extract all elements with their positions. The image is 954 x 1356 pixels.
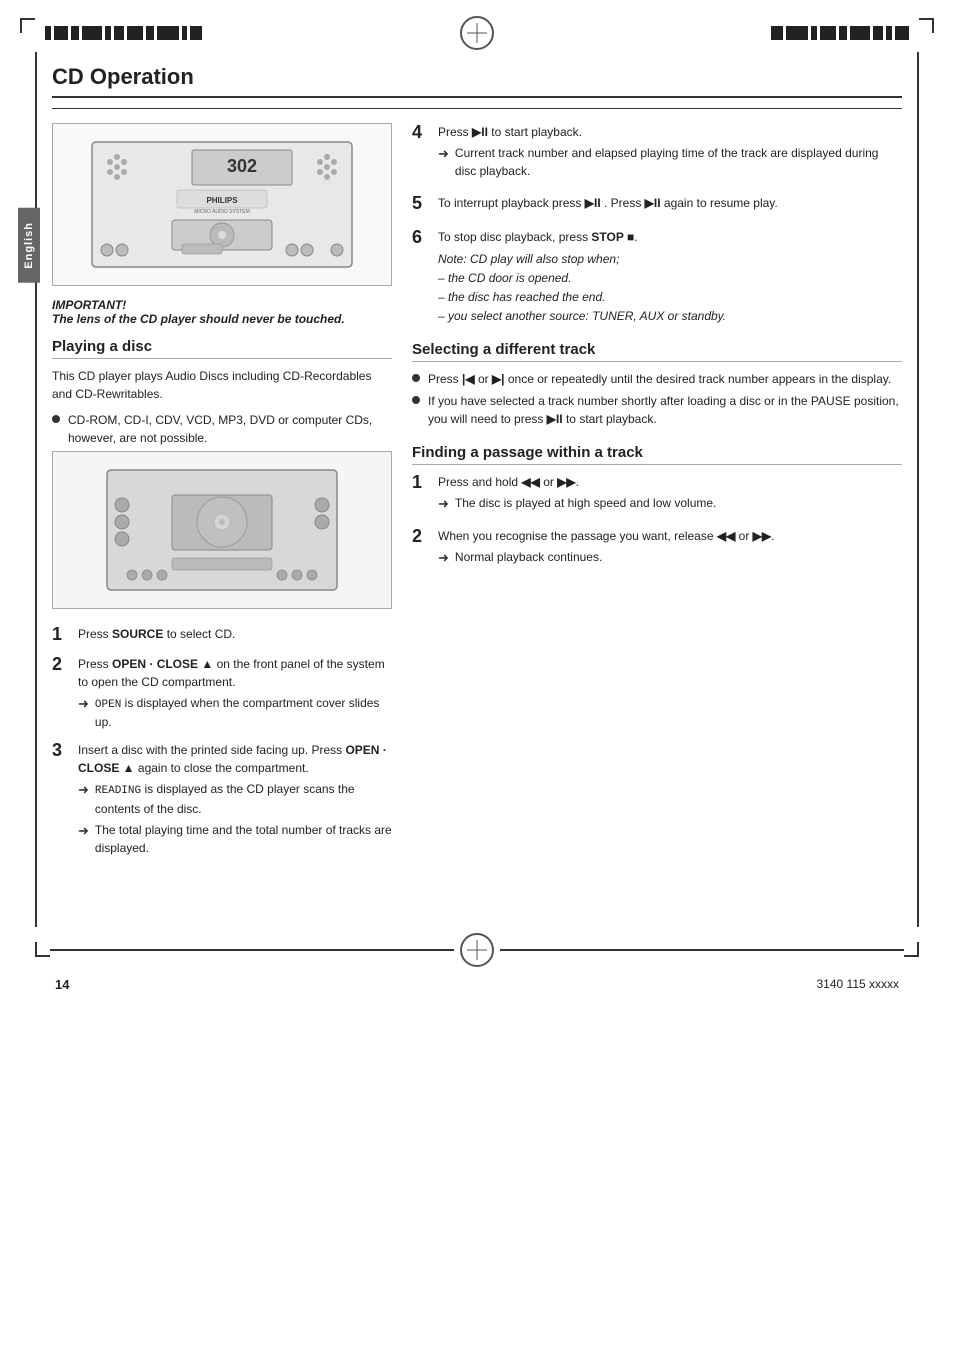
bullet-dot (52, 415, 60, 423)
language-tab: English (18, 208, 40, 283)
important-note: IMPORTANT! The lens of the CD player sho… (52, 298, 392, 326)
finding-step-1-arrow: ➜ The disc is played at high speed and l… (438, 494, 902, 514)
step-3-arrow-1: ➜ READING is displayed as the CD player … (78, 780, 392, 818)
deco-bar (105, 26, 111, 40)
deco-bar (45, 26, 51, 40)
device-svg-top: 302 (82, 132, 362, 277)
step-4-arrow: ➜ Current track number and elapsed playi… (438, 144, 902, 180)
selecting-bullet-2: If you have selected a track number shor… (412, 392, 902, 428)
svg-text:PHILIPS: PHILIPS (206, 196, 238, 205)
deco-bar (811, 26, 817, 40)
deco-bar (771, 26, 783, 40)
svg-text:MICRO AUDIO SYSTEM: MICRO AUDIO SYSTEM (194, 209, 250, 215)
device-image-top: 302 (52, 123, 392, 286)
deco-bar (873, 26, 883, 40)
device-image-bottom (52, 451, 392, 609)
deco-bar (82, 26, 102, 40)
deco-bar (114, 26, 124, 40)
playing-disc-intro: This CD player plays Audio Discs includi… (52, 367, 392, 403)
deco-bar (146, 26, 154, 40)
stop-note: Note: CD play will also stop when; – the… (438, 250, 902, 327)
svg-text:302: 302 (227, 156, 257, 176)
compass-circle (460, 16, 494, 50)
important-text: The lens of the CD player should never b… (52, 312, 392, 326)
page-number: 14 (55, 977, 69, 992)
bullet-dot (412, 396, 420, 404)
deco-bar (886, 26, 892, 40)
playing-disc-heading: Playing a disc (52, 338, 392, 359)
step-3: 3 Insert a disc with the printed side fa… (52, 741, 392, 857)
bottom-rule (50, 949, 454, 951)
selecting-track-heading: Selecting a different track (412, 341, 902, 362)
step-5: 5 To interrupt playback press ▶II . Pres… (412, 194, 902, 214)
deco-bar (71, 26, 79, 40)
finding-passage-heading: Finding a passage within a track (412, 444, 902, 465)
deco-bar (127, 26, 143, 40)
deco-bar (157, 26, 179, 40)
deco-bar (820, 26, 836, 40)
cd-not-possible-bullet: CD-ROM, CD-I, CDV, VCD, MP3, DVD or comp… (52, 411, 392, 447)
selecting-bullet-1: Press |◀ or ▶| once or repeatedly until … (412, 370, 902, 388)
model-number: 3140 115 xxxxx (817, 977, 900, 991)
deco-bar (182, 26, 187, 40)
deco-bar (839, 26, 847, 40)
step-3-arrow-2: ➜ The total playing time and the total n… (78, 821, 392, 857)
finding-step-2: 2 When you recognise the passage you wan… (412, 527, 902, 568)
deco-bar (54, 26, 68, 40)
finding-step-1: 1 Press and hold ◀◀ or ▶▶. ➜ The disc is… (412, 473, 902, 514)
bottom-rule-right (500, 949, 904, 951)
deco-bar (786, 26, 808, 40)
bottom-right-corner (904, 942, 919, 957)
deco-bar (850, 26, 870, 40)
important-title: IMPORTANT! (52, 298, 392, 312)
bullet-dot (412, 374, 420, 382)
device-svg-bottom (92, 460, 352, 600)
finding-step-2-arrow: ➜ Normal playback continues. (438, 548, 902, 568)
step-1: 1 Press SOURCE to select CD. (52, 625, 392, 645)
step-2: 2 Press OPEN · CLOSE ▲ on the front pane… (52, 655, 392, 732)
page-title: CD Operation (52, 64, 902, 98)
step-6: 6 To stop disc playback, press STOP ■. N… (412, 228, 902, 327)
bottom-left-corner (35, 942, 50, 957)
deco-bar (895, 26, 909, 40)
step-4: 4 Press ▶II to start playback. ➜ Current… (412, 123, 902, 180)
bottom-compass-circle (460, 933, 494, 967)
step-2-arrow: ➜ OPEN is displayed when the compartment… (78, 694, 392, 732)
deco-bar (190, 26, 202, 40)
